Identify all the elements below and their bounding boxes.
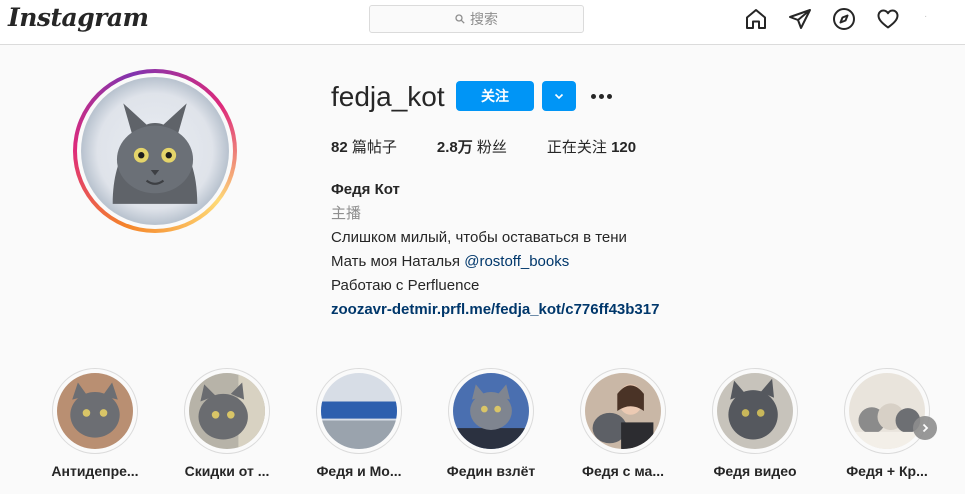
posts-label: 篇帖子	[347, 139, 397, 156]
instagram-logo[interactable]: Instagram	[8, 3, 149, 32]
explore-icon[interactable]	[832, 7, 856, 31]
highlight-label: Федин взлёт	[446, 463, 536, 479]
highlight-cover	[849, 373, 925, 449]
bio-line-2-text: Мать моя Наталья	[331, 253, 465, 270]
suggested-accounts-button[interactable]	[542, 81, 576, 111]
following-count: 120	[611, 139, 637, 156]
chevron-right-icon	[922, 423, 929, 433]
direct-message-icon[interactable]	[788, 7, 812, 31]
highlight-item[interactable]: Федя с ма...	[568, 368, 678, 479]
bio-line-2: Мать моя Наталья @rostoff_books	[331, 250, 659, 274]
story-highlights: Антидепре... Скидки от ... Федя и Мо... …	[40, 368, 950, 488]
bio-display-name: Федя Кот	[331, 181, 400, 198]
highlight-label: Федя видео	[713, 463, 797, 479]
nav-icons	[744, 7, 900, 31]
bio-line-1: Слишком милый, чтобы оставаться в тени	[331, 229, 627, 246]
highlight-label: Антидепре...	[51, 463, 139, 479]
highlight-label: Федя + Кр...	[846, 463, 928, 479]
posts-count: 82	[331, 139, 348, 156]
following-stat[interactable]: 正在关注 120	[547, 136, 636, 157]
followers-stat[interactable]: 2.8万 粉丝	[437, 136, 507, 157]
following-label: 正在关注	[546, 139, 612, 156]
search-placeholder: 搜索	[470, 11, 498, 27]
profile-username: fedja_kot	[331, 81, 445, 112]
highlight-cover	[57, 373, 133, 449]
bio-website-link[interactable]: zoozavr-detmir.prfl.me/fedja_kot/c776ff4…	[331, 298, 659, 322]
bio-category: 主播	[331, 205, 362, 222]
search-input[interactable]: 搜索	[369, 5, 584, 33]
highlight-label: Скидки от ...	[184, 463, 270, 479]
highlight-cover	[321, 373, 397, 449]
more-options-icon[interactable]	[588, 86, 614, 106]
highlight-cover	[717, 373, 793, 449]
profile-avatar[interactable]	[73, 69, 237, 233]
bio-mention-link[interactable]: @rostoff_books	[464, 253, 569, 270]
highlight-item[interactable]: Скидки от ...	[172, 368, 282, 479]
profile-bio: Федя Кот 主播 Слишком милый, чтобы остават…	[331, 178, 659, 322]
highlight-cover	[189, 373, 265, 449]
highlight-cover	[585, 373, 661, 449]
highlight-item[interactable]: Антидепре...	[40, 368, 150, 479]
posts-count-stat: 82 篇帖子	[331, 136, 397, 157]
highlight-label: Федя с ма...	[582, 463, 664, 479]
bio-line-3: Работаю с Perfluence	[331, 277, 480, 294]
highlight-item[interactable]: Федя и Мо...	[304, 368, 414, 479]
highlight-label: Федя и Мо...	[316, 463, 402, 479]
profile-avatar-icon[interactable]: ·	[924, 11, 927, 22]
highlight-item[interactable]: Федя видео	[700, 368, 810, 479]
follow-button[interactable]: 关注	[456, 81, 534, 111]
top-nav-bar: Instagram 搜索 ·	[0, 0, 965, 45]
highlight-item[interactable]: Федин взлёт	[436, 368, 546, 479]
chevron-down-icon	[554, 93, 564, 100]
activity-heart-icon[interactable]	[876, 7, 900, 31]
highlights-next-button[interactable]	[913, 416, 937, 440]
home-icon[interactable]	[744, 7, 768, 31]
cat-avatar-image	[81, 77, 229, 225]
profile-stats: 82 篇帖子 2.8万 粉丝 正在关注 120	[331, 136, 676, 157]
followers-label: 粉丝	[472, 139, 507, 156]
followers-count: 2.8万	[436, 139, 473, 156]
search-icon	[455, 14, 465, 24]
highlight-cover	[453, 373, 529, 449]
